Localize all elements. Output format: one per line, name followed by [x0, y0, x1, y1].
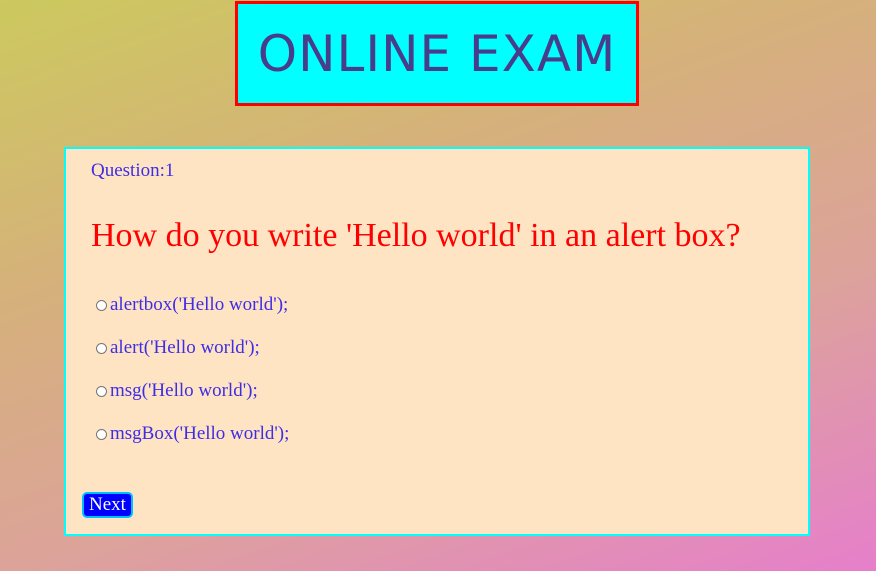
page-title: ONLINE EXAM: [257, 24, 617, 83]
option-3-label: msg('Hello world');: [110, 380, 258, 401]
option-1[interactable]: alertbox('Hello world');: [96, 294, 288, 316]
option-2-label: alert('Hello world');: [110, 337, 260, 358]
option-1-label: alertbox('Hello world');: [110, 294, 289, 315]
option-3-radio[interactable]: [96, 385, 107, 397]
next-button[interactable]: Next: [82, 492, 133, 518]
option-2-radio[interactable]: [96, 342, 107, 354]
option-4-label: msgBox('Hello world');: [110, 423, 290, 444]
option-4-radio[interactable]: [96, 428, 107, 440]
question-text: How do you write 'Hello world' in an ale…: [91, 217, 741, 254]
option-4[interactable]: msgBox('Hello world');: [96, 423, 289, 445]
option-2[interactable]: alert('Hello world');: [96, 337, 260, 359]
question-card: Question:1 How do you write 'Hello world…: [64, 147, 810, 536]
title-banner: ONLINE EXAM: [235, 1, 639, 106]
option-3[interactable]: msg('Hello world');: [96, 380, 258, 402]
option-1-radio[interactable]: [96, 299, 107, 311]
question-number: Question:1: [91, 160, 175, 181]
